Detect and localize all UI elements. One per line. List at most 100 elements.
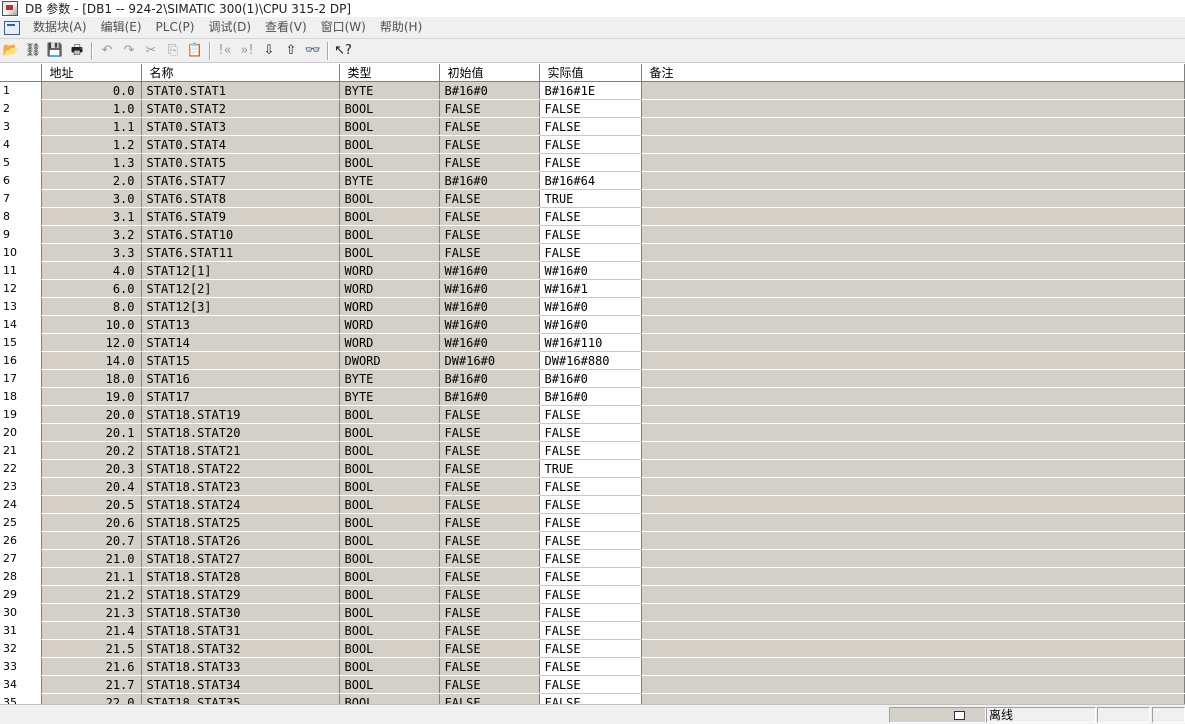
actual-value-cell[interactable]: FALSE [539,675,642,694]
table-row[interactable]: 12 6.0 STAT12[2] WORD W#16#0 W#16#1 [0,279,1185,298]
app-icon[interactable] [2,1,18,16]
column-header-comment[interactable]: 备注 [641,64,1185,82]
table-row[interactable]: 19 20.0 STAT18.STAT19 BOOL FALSE FALSE [0,405,1185,424]
column-header-address[interactable]: 地址 [41,64,142,82]
accessible-nodes-button[interactable]: ⛓ [22,41,44,61]
actual-value-cell[interactable]: FALSE [539,243,642,262]
paste-button[interactable]: 📋 [184,41,206,61]
table-row[interactable]: 15 12.0 STAT14 WORD W#16#0 W#16#110 [0,333,1185,352]
actual-value-cell[interactable]: W#16#110 [539,333,642,352]
actual-value-cell[interactable]: FALSE [539,603,642,622]
actual-value-cell[interactable]: FALSE [539,657,642,676]
menu-debug[interactable]: 调试(D) [201,17,258,38]
actual-value-cell[interactable]: FALSE [539,423,642,442]
table-row[interactable]: 34 21.7 STAT18.STAT34 BOOL FALSE FALSE [0,675,1185,694]
table-row[interactable]: 10 3.3 STAT6.STAT11 BOOL FALSE FALSE [0,243,1185,262]
actual-value-cell[interactable]: FALSE [539,477,642,496]
actual-value-cell[interactable]: FALSE [539,639,642,658]
document-window-icon[interactable] [4,20,20,35]
actual-value-cell[interactable]: FALSE [539,405,642,424]
actual-value-cell[interactable]: W#16#1 [539,279,642,298]
menu-edit[interactable]: 编辑(E) [94,17,149,38]
actual-value-cell[interactable]: FALSE [539,693,642,704]
actual-value-cell[interactable]: B#16#64 [539,171,642,190]
actual-value-cell[interactable]: FALSE [539,441,642,460]
column-header-name[interactable]: 名称 [141,64,340,82]
table-row[interactable]: 11 4.0 STAT12[1] WORD W#16#0 W#16#0 [0,261,1185,280]
actual-value-cell[interactable]: FALSE [539,567,642,586]
actual-value-cell[interactable]: B#16#1E [539,81,642,100]
table-row[interactable]: 21 20.2 STAT18.STAT21 BOOL FALSE FALSE [0,441,1185,460]
table-row[interactable]: 33 21.6 STAT18.STAT33 BOOL FALSE FALSE [0,657,1185,676]
actual-value-cell[interactable]: FALSE [539,207,642,226]
table-row[interactable]: 2 1.0 STAT0.STAT2 BOOL FALSE FALSE [0,99,1185,118]
cut-button[interactable]: ✂ [140,41,162,61]
actual-value-cell[interactable]: FALSE [539,117,642,136]
last-button[interactable]: »! [236,41,258,61]
table-row[interactable]: 6 2.0 STAT6.STAT7 BYTE B#16#0 B#16#64 [0,171,1185,190]
column-header-initial-value[interactable]: 初始值 [439,64,540,82]
first-button[interactable]: !« [214,41,236,61]
actual-value-cell[interactable]: FALSE [539,225,642,244]
table-row[interactable]: 22 20.3 STAT18.STAT22 BOOL FALSE TRUE [0,459,1185,478]
table-row[interactable]: 18 19.0 STAT17 BYTE B#16#0 B#16#0 [0,387,1185,406]
table-row[interactable]: 31 21.4 STAT18.STAT31 BOOL FALSE FALSE [0,621,1185,640]
monitor-glasses-button[interactable]: 👓 [302,41,324,61]
table-row[interactable]: 27 21.0 STAT18.STAT27 BOOL FALSE FALSE [0,549,1185,568]
table-row[interactable]: 16 14.0 STAT15 DWORD DW#16#0 DW#16#880 [0,351,1185,370]
redo-button[interactable]: ↷ [118,41,140,61]
upload-button[interactable]: ⇧ [280,41,302,61]
table-row[interactable]: 3 1.1 STAT0.STAT3 BOOL FALSE FALSE [0,117,1185,136]
actual-value-cell[interactable]: TRUE [539,459,642,478]
actual-value-cell[interactable]: FALSE [539,513,642,532]
actual-value-cell[interactable]: FALSE [539,531,642,550]
table-row[interactable]: 30 21.3 STAT18.STAT30 BOOL FALSE FALSE [0,603,1185,622]
actual-value-cell[interactable]: W#16#0 [539,315,642,334]
undo-button[interactable]: ↶ [96,41,118,61]
table-row[interactable]: 35 22.0 STAT18.STAT35 BOOL FALSE FALSE [0,693,1185,704]
table-row[interactable]: 14 10.0 STAT13 WORD W#16#0 W#16#0 [0,315,1185,334]
table-row[interactable]: 23 20.4 STAT18.STAT23 BOOL FALSE FALSE [0,477,1185,496]
actual-value-cell[interactable]: W#16#0 [539,261,642,280]
copy-button[interactable]: ⎘ [162,41,184,61]
actual-value-cell[interactable]: FALSE [539,495,642,514]
table-row[interactable]: 17 18.0 STAT16 BYTE B#16#0 B#16#0 [0,369,1185,388]
table-row[interactable]: 20 20.1 STAT18.STAT20 BOOL FALSE FALSE [0,423,1185,442]
actual-value-cell[interactable]: DW#16#880 [539,351,642,370]
column-header-actual-value[interactable]: 实际值 [539,64,642,82]
print-button[interactable]: 🖶 [66,41,88,61]
download-button[interactable]: ⇩ [258,41,280,61]
table-row[interactable]: 24 20.5 STAT18.STAT24 BOOL FALSE FALSE [0,495,1185,514]
table-row[interactable]: 7 3.0 STAT6.STAT8 BOOL FALSE TRUE [0,189,1185,208]
save-button[interactable]: 💾 [44,41,66,61]
table-row[interactable]: 32 21.5 STAT18.STAT32 BOOL FALSE FALSE [0,639,1185,658]
menu-help[interactable]: 帮助(H) [373,17,429,38]
table-row[interactable]: 5 1.3 STAT0.STAT5 BOOL FALSE FALSE [0,153,1185,172]
table-row[interactable]: 13 8.0 STAT12[3] WORD W#16#0 W#16#0 [0,297,1185,316]
menu-view[interactable]: 查看(V) [258,17,314,38]
menu-datablock[interactable]: 数据块(A) [26,17,94,38]
actual-value-cell[interactable]: FALSE [539,99,642,118]
open-folder-button[interactable]: 📂 [0,41,22,61]
table-row[interactable]: 25 20.6 STAT18.STAT25 BOOL FALSE FALSE [0,513,1185,532]
table-row[interactable]: 28 21.1 STAT18.STAT28 BOOL FALSE FALSE [0,567,1185,586]
table-row[interactable]: 9 3.2 STAT6.STAT10 BOOL FALSE FALSE [0,225,1185,244]
table-row[interactable]: 4 1.2 STAT0.STAT4 BOOL FALSE FALSE [0,135,1185,154]
column-header-type[interactable]: 类型 [339,64,440,82]
column-header-number[interactable] [0,64,42,82]
table-row[interactable]: 1 0.0 STAT0.STAT1 BYTE B#16#0 B#16#1E [0,81,1185,100]
menu-window[interactable]: 窗口(W) [314,17,373,38]
actual-value-cell[interactable]: FALSE [539,549,642,568]
actual-value-cell[interactable]: FALSE [539,153,642,172]
help-pointer-button[interactable]: ↖? [332,41,354,61]
table-row[interactable]: 29 21.2 STAT18.STAT29 BOOL FALSE FALSE [0,585,1185,604]
menu-plc[interactable]: PLC(P) [149,17,202,38]
table-row[interactable]: 8 3.1 STAT6.STAT9 BOOL FALSE FALSE [0,207,1185,226]
table-row[interactable]: 26 20.7 STAT18.STAT26 BOOL FALSE FALSE [0,531,1185,550]
actual-value-cell[interactable]: TRUE [539,189,642,208]
actual-value-cell[interactable]: FALSE [539,621,642,640]
actual-value-cell[interactable]: W#16#0 [539,297,642,316]
actual-value-cell[interactable]: B#16#0 [539,369,642,388]
actual-value-cell[interactable]: FALSE [539,135,642,154]
actual-value-cell[interactable]: B#16#0 [539,387,642,406]
